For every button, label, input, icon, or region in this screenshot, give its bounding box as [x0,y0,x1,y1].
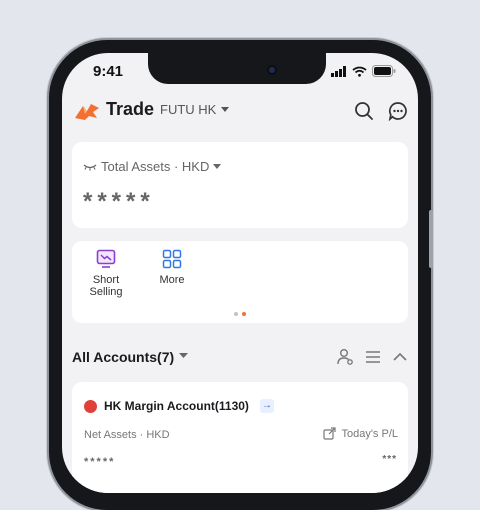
todays-pl[interactable]: Today's P/L [323,427,398,440]
tool-label: More [159,274,185,286]
tools-card: Short Selling More [72,241,408,323]
chevron-down-icon [213,163,222,169]
account-card[interactable]: HK Margin Account(1130) → Net Assets · H… [72,382,408,493]
net-assets-value: ***** [84,456,116,468]
phone-side-button [429,210,433,268]
net-assets-label: Net Assets · HKD [84,429,170,441]
battery-icon [372,65,396,77]
todays-pl-label: Today's P/L [341,427,398,440]
wifi-icon [352,66,367,77]
page-title: Trade [106,99,155,119]
accounts-header: All Accounts(7) [72,347,408,371]
total-assets-card: Total Assets · HKD ***** [72,142,408,228]
chevron-down-icon[interactable] [179,353,188,359]
page-indicator [234,312,246,316]
account-name: HK Margin Account(1130) [104,399,249,413]
chat-icon[interactable] [388,101,408,121]
app-header: Trade FUTU HK [62,93,418,129]
account-settings-icon[interactable] [336,348,354,366]
chevron-down-icon [221,106,230,112]
logo-icon [75,104,99,120]
signal-icon [331,65,346,77]
total-assets-value: ***** [83,188,155,215]
arrow-right-icon[interactable]: → [260,399,274,413]
page-dot[interactable] [234,312,238,316]
accounts-title[interactable]: All Accounts(7) [72,349,174,365]
grid-icon [162,249,182,269]
camera-icon [269,67,275,73]
page-dot-active[interactable] [242,312,246,316]
hk-flag-icon [84,400,97,413]
broker-dropdown[interactable]: FUTU HK [160,102,230,117]
todays-pl-value: *** [382,454,397,465]
broker-label: FUTU HK [160,102,217,117]
search-icon[interactable] [354,101,374,121]
list-icon[interactable] [364,348,382,366]
tool-short-selling[interactable]: Short Selling [76,249,136,298]
status-time: 9:41 [93,63,124,80]
tool-more[interactable]: More [152,249,192,286]
notch [148,53,326,84]
total-assets-label: Total Assets · HKD [101,159,210,174]
short-selling-icon [96,249,116,268]
status-icons [331,65,396,77]
total-assets-toggle[interactable]: Total Assets · HKD [83,159,222,174]
chevron-up-icon[interactable] [392,348,408,366]
share-icon [323,427,337,440]
tool-label: Short Selling [89,274,123,298]
phone-screen: 9:41 Trade FUTU HK Total Assets · HKD **… [62,53,418,493]
eye-closed-icon [83,163,97,171]
